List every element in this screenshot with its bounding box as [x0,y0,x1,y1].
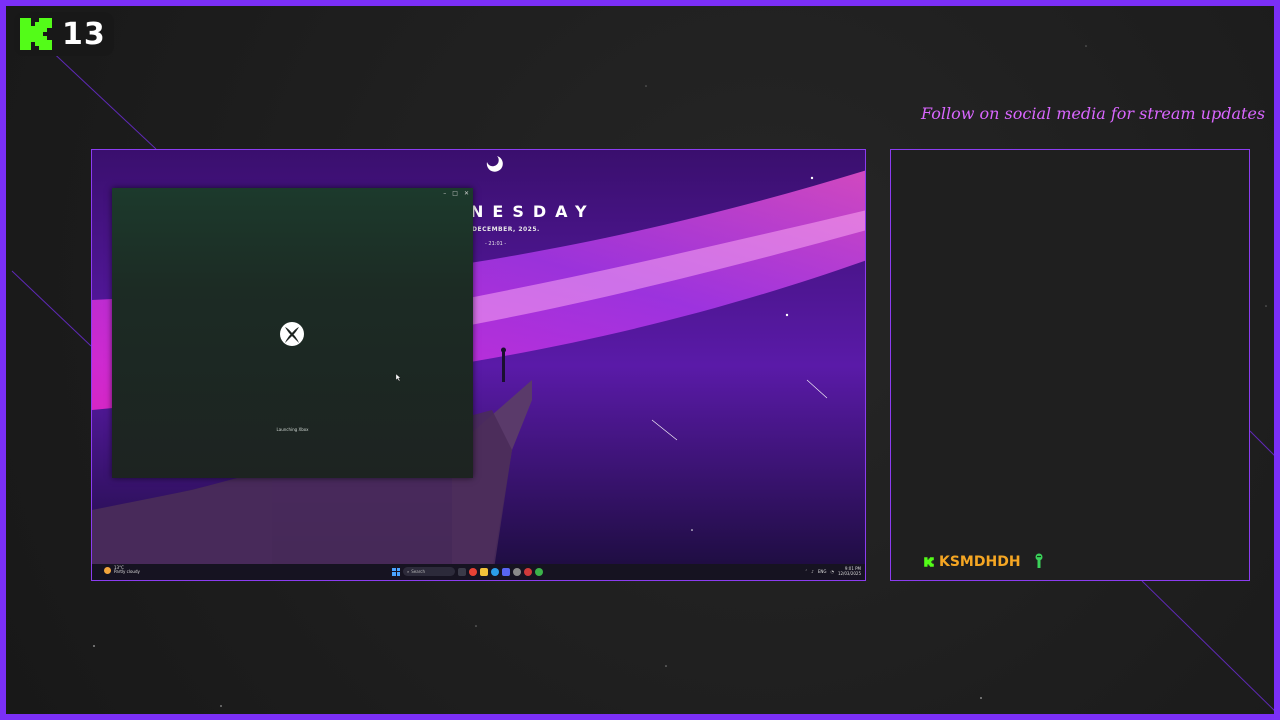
weather-icon [104,566,111,574]
desktop-date-text: DECEMBER, 2025. [472,226,540,233]
chrome-icon[interactable] [469,567,477,576]
maximize-button[interactable]: □ [452,190,458,198]
viewer-count-badge: 13 [14,12,114,56]
close-button[interactable]: ✕ [464,190,469,198]
chat-message: KSMDHDH [923,553,1045,571]
weather-widget[interactable]: 13°C Partly cloudy [104,566,140,574]
window-controls: – □ ✕ [443,190,469,198]
mouse-cursor-icon [396,374,401,381]
green-alien-emote-icon [1035,553,1043,568]
search-placeholder: Search [411,569,425,574]
wifi-icon[interactable]: ◔ [830,569,834,574]
taskbar-search[interactable]: ⌕ Search [403,567,455,576]
chevron-up-icon[interactable]: ˄ [805,569,807,574]
app-icon[interactable] [524,567,532,576]
desktop-day-text: NESDAY [470,202,596,221]
kick-logo-icon [16,14,56,54]
social-media-text: Follow on social media for stream update… [921,104,1266,123]
minimize-button[interactable]: – [443,190,446,198]
kick-logo-icon [924,557,934,567]
viewer-count: 13 [62,16,106,52]
discord-icon[interactable] [502,567,510,576]
file-explorer-icon[interactable] [480,567,488,576]
desktop-time-text: - 21:01 - [485,241,507,247]
task-view-icon[interactable] [458,567,466,576]
taskbar-clock[interactable]: 9:01 PM 12/03/2025 [838,566,861,576]
chat-username[interactable]: KSMDHDH [939,554,1021,570]
tray-language[interactable]: ENG [818,569,827,574]
system-tray: ˄ ♪ ENG ◔ 9:01 PM 12/03/2025 [805,566,861,576]
windows-taskbar: 13°C Partly cloudy ⌕ Search ˄ ♪ ENG ◔ 9:… [92,564,865,580]
xbox-logo-icon [280,322,304,346]
edge-icon[interactable] [491,567,499,576]
stream-overlay-frame: 13 Follow on social media for stream upd… [0,0,1280,720]
chat-panel: KSMDHDH [890,149,1250,581]
search-icon: ⌕ [407,569,410,574]
screen-capture: NESDAY DECEMBER, 2025. - 21:01 - – □ ✕ L… [91,149,866,581]
xbox-app-window[interactable]: – □ ✕ Launching Xbox [112,188,473,478]
weather-desc: Partly cloudy [114,569,140,574]
clock-date: 12/03/2025 [837,571,861,576]
windows-start-icon[interactable] [392,567,400,576]
settings-icon[interactable] [513,567,521,576]
launching-status-text: Launching Xbox [276,427,309,432]
volume-icon[interactable]: ♪ [811,569,814,574]
taskbar-apps: ⌕ Search [392,567,543,576]
xbox-taskbar-icon[interactable] [535,567,543,576]
